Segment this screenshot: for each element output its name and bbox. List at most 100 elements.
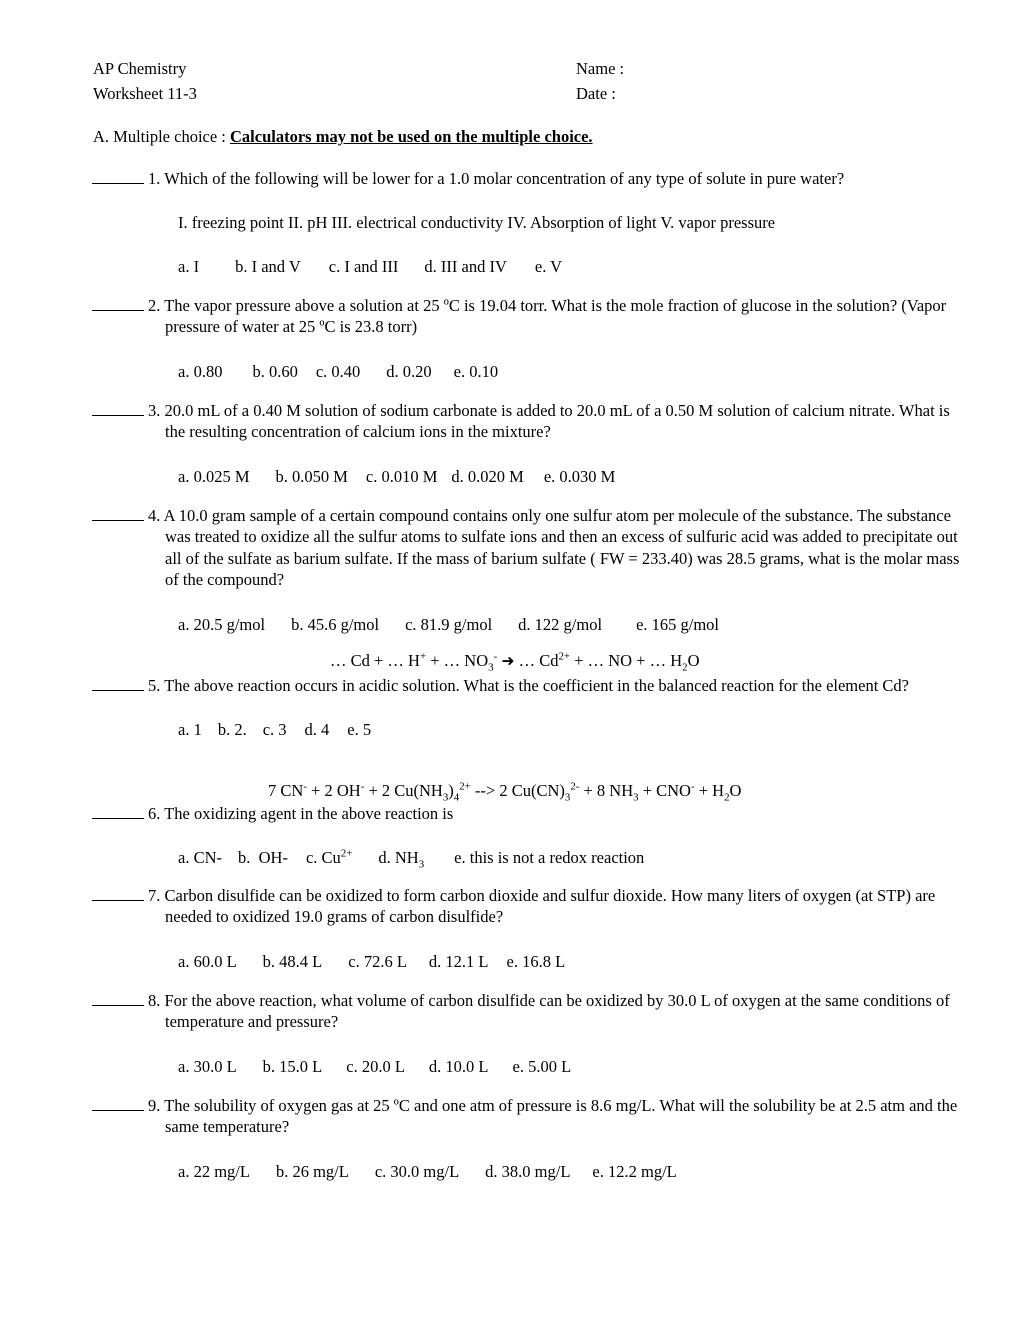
answer-blank-4[interactable] [92, 520, 144, 522]
option-c-3[interactable]: c. 0.010 M [366, 466, 438, 487]
question-number-3: 3. [148, 401, 161, 420]
option-b-9[interactable]: b. 26 mg/L [276, 1161, 349, 1182]
option-c-1[interactable]: c. I and III [329, 256, 399, 277]
option-a-1[interactable]: a. I [178, 256, 199, 277]
question-stem-7: 7. Carbon disulfide can be oxidized to f… [0, 885, 1020, 928]
option-d-3[interactable]: d. 0.020 M [451, 466, 523, 487]
header-row-worksheet: Worksheet 11-3 Date : [93, 83, 933, 108]
answer-options-1: a. I b. I and V c. I and III d. III and IV e… [0, 256, 1020, 277]
option-d-2[interactable]: d. 0.20 [386, 361, 431, 382]
answer-blank-6[interactable] [92, 818, 144, 820]
option-a-5[interactable]: a. 1 [178, 719, 202, 740]
option-c-9[interactable]: c. 30.0 mg/L [375, 1161, 459, 1182]
course-title: AP Chemistry [93, 59, 187, 78]
reaction-arrow-icon: ➜ [501, 651, 515, 670]
answer-blank-7[interactable] [92, 900, 144, 902]
equation-redox-cd: … Cd + … H+ + … NO3- ➜ … Cd2+ + … NO + …… [330, 650, 700, 674]
option-b-4[interactable]: b. 45.6 g/mol [291, 614, 379, 635]
option-b-7[interactable]: b. 48.4 L [263, 951, 323, 972]
option-a-2[interactable]: a. 0.80 [178, 361, 222, 382]
worksheet-title: Worksheet 11-3 [93, 84, 197, 103]
option-e-6[interactable]: e. this is not a redox reaction [454, 847, 644, 868]
question-stem-1: 1. Which of the following will be lower … [0, 168, 1020, 189]
option-c-6[interactable]: c. Cu2+ [306, 847, 352, 868]
question-stem-9: 9. The solubility of oxygen gas at 25 ºC… [0, 1095, 1020, 1138]
question-body-4: A 10.0 gram sample of a certain compound… [163, 506, 960, 590]
option-e-3[interactable]: e. 0.030 M [544, 466, 616, 487]
question-body-2: The vapor pressure above a solution at 2… [164, 296, 947, 337]
question-block-8: 8. For the above reaction, what volume o… [0, 990, 1020, 1077]
option-a-7[interactable]: a. 60.0 L [178, 951, 237, 972]
question-number-9: 9. [148, 1096, 161, 1115]
option-c-5[interactable]: c. 3 [263, 719, 287, 740]
option-d-7[interactable]: d. 12.1 L [429, 951, 489, 972]
answer-blank-8[interactable] [92, 1005, 144, 1007]
option-e-5[interactable]: e. 5 [347, 719, 371, 740]
option-d-5[interactable]: d. 4 [305, 719, 330, 740]
question-block-3: 3. 20.0 mL of a 0.40 M solution of sodiu… [0, 400, 1020, 487]
option-a-9[interactable]: a. 22 mg/L [178, 1161, 250, 1182]
option-c-2[interactable]: c. 0.40 [316, 361, 360, 382]
equation-block-redox-cd: … Cd + … H+ + … NO3- ➜ … Cd2+ + … NO + …… [0, 650, 1020, 674]
answer-options-6: a. CN-b. OH-c. Cu2+ d. NH3 e. this is not … [0, 847, 1020, 870]
answer-blank-2[interactable] [92, 310, 144, 312]
option-e-2[interactable]: e. 0.10 [454, 361, 498, 382]
answer-options-8: a. 30.0 L b. 15.0 L c. 20.0 L d. 10.0 L e. 5… [0, 1056, 1020, 1077]
question-text-7: 7. Carbon disulfide can be oxidized to f… [148, 885, 968, 928]
option-d-1[interactable]: d. III and IV [424, 256, 506, 277]
date-label: Date : [576, 84, 616, 103]
answer-blank-9[interactable] [92, 1110, 144, 1112]
roman-options-1: I. freezing point II. pH III. electrical… [0, 212, 1020, 233]
question-body-9: The solubility of oxygen gas at 25 ºC an… [164, 1096, 958, 1137]
option-b-5[interactable]: b. 2. [218, 719, 247, 740]
option-b-3[interactable]: b. 0.050 M [276, 466, 348, 487]
option-b-1[interactable]: b. I and V [235, 256, 301, 277]
answer-options-9: a. 22 mg/L b. 26 mg/L c. 30.0 mg/L d. 38.0 … [0, 1161, 1020, 1182]
option-a-3[interactable]: a. 0.025 M [178, 466, 250, 487]
option-c-4[interactable]: c. 81.9 g/mol [405, 614, 492, 635]
question-body-3: 20.0 mL of a 0.40 M solution of sodium c… [164, 401, 950, 442]
option-e-4[interactable]: e. 165 g/mol [636, 614, 719, 635]
question-body-8: For the above reaction, what volume of c… [164, 991, 950, 1032]
answer-options-4: a. 20.5 g/mol b. 45.6 g/mol c. 81.9 g/mol d… [0, 614, 1020, 635]
option-b-6[interactable]: b. OH- [238, 847, 288, 868]
question-number-8: 8. [148, 991, 161, 1010]
option-b-8[interactable]: b. 15.0 L [263, 1056, 323, 1077]
option-c-7[interactable]: c. 72.6 L [348, 951, 407, 972]
roman-list-1: I. freezing point II. pH III. electrical… [178, 213, 776, 233]
question-stem-3: 3. 20.0 mL of a 0.40 M solution of sodiu… [0, 400, 1020, 443]
question-block-5: 5. The above reaction occurs in acidic s… [0, 675, 1020, 741]
question-number-5: 5. [148, 676, 161, 695]
answer-blank-5[interactable] [92, 690, 144, 692]
header-row-course: AP Chemistry Name : [93, 58, 933, 83]
option-e-9[interactable]: e. 12.2 mg/L [592, 1161, 676, 1182]
option-a-6[interactable]: a. CN- [178, 847, 222, 868]
question-block-4: 4. A 10.0 gram sample of a certain compo… [0, 505, 1020, 635]
question-text-3: 3. 20.0 mL of a 0.40 M solution of sodiu… [148, 400, 968, 443]
question-text-5: 5. The above reaction occurs in acidic s… [148, 675, 968, 696]
answer-blank-3[interactable] [92, 415, 144, 417]
option-e-1[interactable]: e. V [535, 256, 562, 277]
question-text-9: 9. The solubility of oxygen gas at 25 ºC… [148, 1095, 968, 1138]
question-stem-2: 2. The vapor pressure above a solution a… [0, 295, 1020, 338]
question-number-2: 2. [148, 296, 161, 315]
option-a-8[interactable]: a. 30.0 L [178, 1056, 237, 1077]
question-text-6: 6. The oxidizing agent in the above reac… [148, 803, 968, 824]
question-block-6: 6. The oxidizing agent in the above reac… [0, 803, 1020, 870]
option-c-8[interactable]: c. 20.0 L [346, 1056, 405, 1077]
option-e-8[interactable]: e. 5.00 L [513, 1056, 572, 1077]
answer-blank-1[interactable] [92, 183, 144, 185]
question-block-2: 2. The vapor pressure above a solution a… [0, 295, 1020, 382]
question-block-7: 7. Carbon disulfide can be oxidized to f… [0, 885, 1020, 972]
option-d-9[interactable]: d. 38.0 mg/L [485, 1161, 570, 1182]
option-a-4[interactable]: a. 20.5 g/mol [178, 614, 265, 635]
option-d-8[interactable]: d. 10.0 L [429, 1056, 489, 1077]
option-e-7[interactable]: e. 16.8 L [507, 951, 566, 972]
answer-options-3: a. 0.025 M b. 0.050 M c. 0.010 M d. 0.020 M… [0, 466, 1020, 487]
option-d-4[interactable]: d. 122 g/mol [518, 614, 602, 635]
worksheet-page: AP Chemistry Name : Worksheet 11-3 Date … [0, 0, 1020, 1320]
answer-options-7: a. 60.0 L b. 48.4 L c. 72.6 L d. 12.1 L e. 1… [0, 951, 1020, 972]
option-b-2[interactable]: b. 0.60 [252, 361, 297, 382]
question-text-2: 2. The vapor pressure above a solution a… [148, 295, 968, 338]
option-d-6[interactable]: d. NH3 [378, 847, 424, 870]
